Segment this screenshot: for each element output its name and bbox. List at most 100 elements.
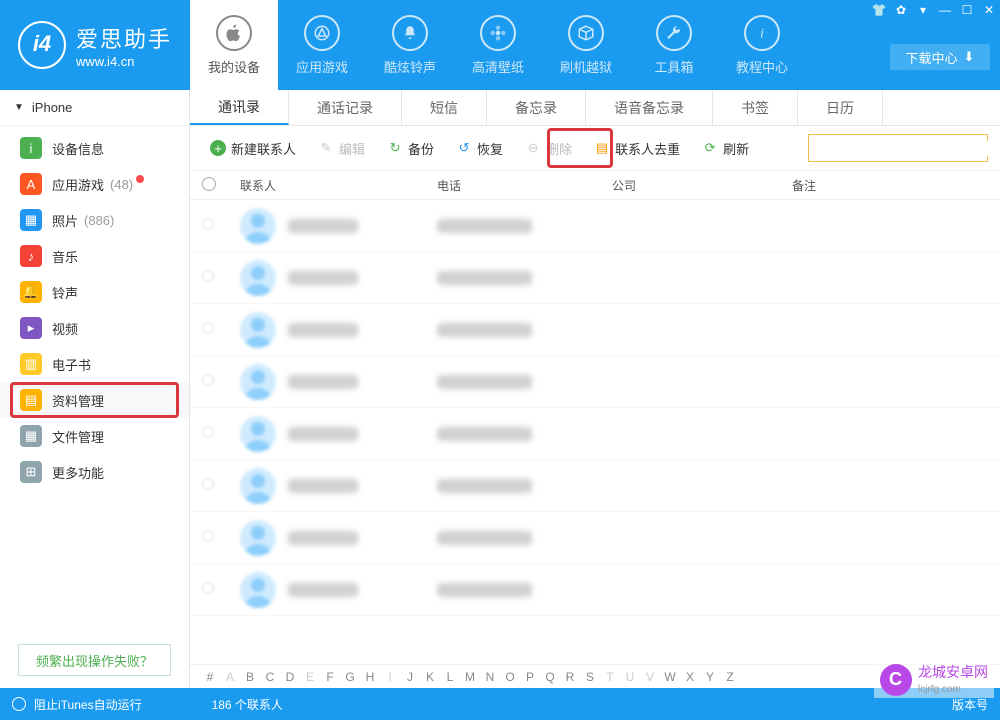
az-U[interactable]: U [620, 670, 640, 684]
table-row[interactable] [190, 304, 1000, 356]
az-Z[interactable]: Z [720, 670, 740, 684]
new-contact-button[interactable]: + 新建联系人 [202, 135, 304, 162]
col-note[interactable]: 备注 [792, 177, 1000, 194]
col-phone[interactable]: 电话 [437, 177, 612, 194]
sidebar-item-photo[interactable]: ▦照片(886) [0, 202, 189, 238]
avatar [240, 312, 276, 348]
contact-count: 186 个联系人 [212, 696, 283, 713]
table-row[interactable] [190, 356, 1000, 408]
row-checkbox[interactable] [202, 270, 214, 282]
edit-button[interactable]: ✎ 编辑 [310, 135, 373, 162]
col-company[interactable]: 公司 [612, 177, 792, 194]
download-center-button[interactable]: 下载中心 ⬇ [890, 44, 990, 70]
topnav-apple[interactable]: 我的设备 [190, 0, 278, 90]
restore-button[interactable]: ↺ 恢复 [448, 135, 511, 162]
az-E[interactable]: E [300, 670, 320, 684]
table-row[interactable] [190, 460, 1000, 512]
tab-2[interactable]: 短信 [402, 90, 487, 125]
az-L[interactable]: L [440, 670, 460, 684]
select-all-checkbox[interactable] [202, 177, 216, 191]
az-B[interactable]: B [240, 670, 260, 684]
refresh-button[interactable]: ⟳ 刷新 [694, 135, 757, 162]
col-name[interactable]: 联系人 [232, 177, 437, 194]
maximize-icon[interactable]: ☐ [956, 0, 978, 20]
sidebar-item-book[interactable]: ▥电子书 [0, 346, 189, 382]
tab-0[interactable]: 通讯录 [190, 90, 289, 125]
minimize-icon[interactable]: — [934, 0, 956, 20]
row-checkbox[interactable] [202, 374, 214, 386]
gear-icon[interactable]: ✿ [890, 0, 912, 20]
avatar [240, 364, 276, 400]
sidebar-item-file[interactable]: ▦文件管理 [0, 418, 189, 454]
tab-3[interactable]: 备忘录 [487, 90, 586, 125]
sidebar-item-video[interactable]: ▸视频 [0, 310, 189, 346]
topnav-flower[interactable]: 高清壁纸 [454, 0, 542, 90]
tab-4[interactable]: 语音备忘录 [586, 90, 713, 125]
topnav-wrench[interactable]: 工具箱 [630, 0, 718, 90]
device-header[interactable]: ▼ iPhone [0, 90, 189, 126]
sidebar-item-more[interactable]: ⊞更多功能 [0, 454, 189, 490]
az-#[interactable]: # [200, 670, 220, 684]
az-Y[interactable]: Y [700, 670, 720, 684]
topnav-appstore[interactable]: 应用游戏 [278, 0, 366, 90]
tab-1[interactable]: 通话记录 [289, 90, 402, 125]
tab-6[interactable]: 日历 [798, 90, 883, 125]
sidebar-item-app[interactable]: A应用游戏(48) [0, 166, 189, 202]
az-W[interactable]: W [660, 670, 680, 684]
sidebar-item-data[interactable]: ▤资料管理 [0, 382, 189, 418]
topnav-info[interactable]: i教程中心 [718, 0, 806, 90]
search-input[interactable] [809, 141, 1000, 156]
delete-button[interactable]: ⊖ 删除 [517, 135, 580, 162]
sidebar-item-info[interactable]: i设备信息 [0, 130, 189, 166]
az-O[interactable]: O [500, 670, 520, 684]
tab-5[interactable]: 书签 [713, 90, 798, 125]
az-J[interactable]: J [400, 670, 420, 684]
logo-icon: i4 [18, 21, 66, 69]
row-checkbox[interactable] [202, 478, 214, 490]
az-N[interactable]: N [480, 670, 500, 684]
az-X[interactable]: X [680, 670, 700, 684]
table-row[interactable] [190, 252, 1000, 304]
table-row[interactable] [190, 512, 1000, 564]
close-icon[interactable]: ✕ [978, 0, 1000, 20]
skin-icon[interactable]: ▾ [912, 0, 934, 20]
az-V[interactable]: V [640, 670, 660, 684]
help-link[interactable]: 频繁出现操作失败？ [18, 644, 171, 676]
az-K[interactable]: K [420, 670, 440, 684]
az-I[interactable]: I [380, 670, 400, 684]
backup-button[interactable]: ↻ 备份 [379, 135, 442, 162]
contact-phone [437, 531, 532, 545]
appstore-icon [304, 15, 340, 51]
sidebar-item-ring[interactable]: 🔔铃声 [0, 274, 189, 310]
delete-icon: ⊖ [525, 140, 541, 156]
az-T[interactable]: T [600, 670, 620, 684]
az-F[interactable]: F [320, 670, 340, 684]
row-checkbox[interactable] [202, 530, 214, 542]
block-itunes-toggle[interactable]: 阻止iTunes自动运行 [12, 696, 142, 713]
backup-icon: ↻ [387, 140, 403, 156]
row-checkbox[interactable] [202, 218, 214, 230]
topnav-bell[interactable]: 酷炫铃声 [366, 0, 454, 90]
az-C[interactable]: C [260, 670, 280, 684]
az-H[interactable]: H [360, 670, 380, 684]
az-P[interactable]: P [520, 670, 540, 684]
az-G[interactable]: G [340, 670, 360, 684]
shirt-icon[interactable]: 👕 [868, 0, 890, 20]
table-row[interactable] [190, 408, 1000, 460]
az-Q[interactable]: Q [540, 670, 560, 684]
az-R[interactable]: R [560, 670, 580, 684]
az-D[interactable]: D [280, 670, 300, 684]
az-S[interactable]: S [580, 670, 600, 684]
table-row[interactable] [190, 200, 1000, 252]
dedupe-button[interactable]: ▤ 联系人去重 [586, 135, 688, 162]
row-checkbox[interactable] [202, 426, 214, 438]
table-row[interactable] [190, 564, 1000, 616]
az-A[interactable]: A [220, 670, 240, 684]
sidebar-item-music[interactable]: ♪音乐 [0, 238, 189, 274]
topnav-box[interactable]: 刷机越狱 [542, 0, 630, 90]
row-checkbox[interactable] [202, 322, 214, 334]
search-box[interactable] [808, 134, 988, 162]
contact-phone [437, 219, 532, 233]
az-M[interactable]: M [460, 670, 480, 684]
row-checkbox[interactable] [202, 582, 214, 594]
